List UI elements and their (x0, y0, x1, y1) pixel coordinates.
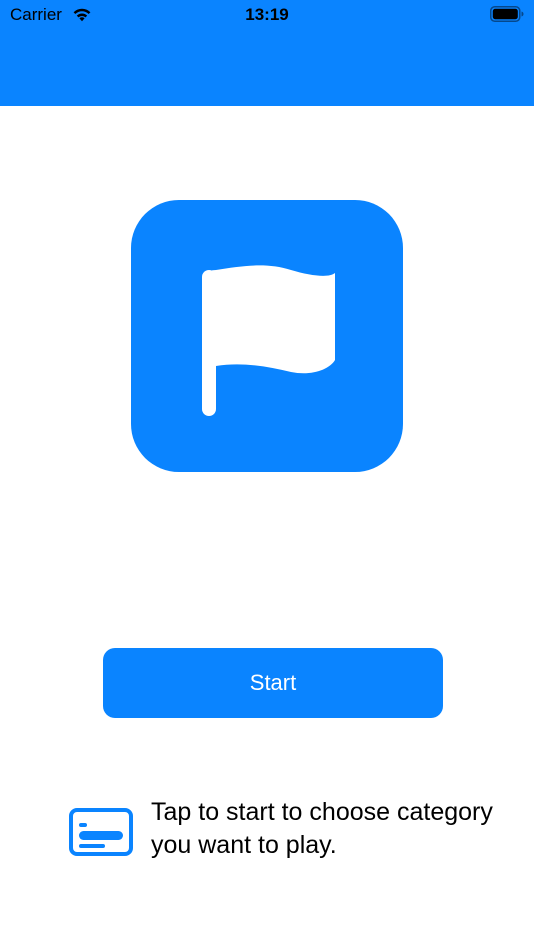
status-bar: Carrier 13:19 (0, 0, 534, 32)
flag-icon (202, 265, 335, 416)
instruction-text: Tap to start to choose category you want… (151, 798, 493, 859)
instruction-row: Tap to start to choose category you want… (68, 796, 508, 866)
app-logo-tile (131, 200, 403, 472)
start-button[interactable]: Start (103, 648, 443, 718)
clock-label: 13:19 (245, 5, 289, 24)
app-screen: Carrier 13:19 Start Tap to start to choo… (0, 0, 534, 950)
battery-icon (490, 6, 524, 22)
category-card-icon (69, 808, 133, 856)
